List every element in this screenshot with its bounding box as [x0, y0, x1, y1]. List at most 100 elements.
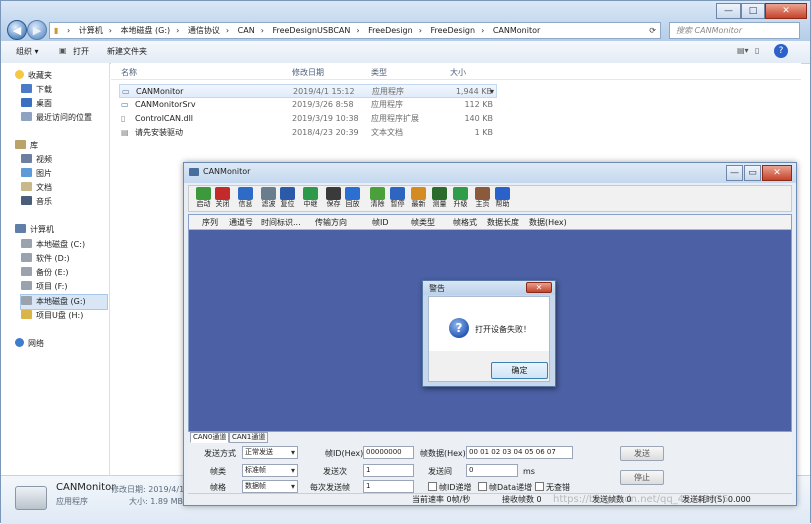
- tool-button-4[interactable]: 复位: [278, 187, 297, 209]
- alert-dialog: 警告 ✕ ? 打开设备失败！ 确定: [422, 280, 556, 387]
- can-close-button[interactable]: ✕: [762, 165, 792, 181]
- nav-drive-c[interactable]: 本地磁盘 (C:): [21, 238, 85, 252]
- file-date: 2018/4/23 20:39: [292, 128, 359, 137]
- nav-label: 本地磁盘 (G:): [36, 297, 86, 306]
- nav-drive-g[interactable]: 本地磁盘 (G:): [20, 294, 108, 310]
- nav-label: 音乐: [36, 197, 52, 206]
- no-verify-checkbox[interactable]: 无查错: [535, 482, 570, 493]
- organize-menu[interactable]: 组织 ▾: [16, 46, 39, 57]
- nav-libraries[interactable]: 库: [15, 139, 38, 153]
- nav-drive-f[interactable]: 项目 (F:): [21, 280, 67, 294]
- column-header-name[interactable]: 名称: [121, 67, 137, 78]
- tool-button-6[interactable]: 保存: [324, 187, 343, 209]
- checkbox-label: 无查错: [546, 483, 570, 492]
- tool-button-10[interactable]: 最新: [409, 187, 428, 209]
- refresh-icon[interactable]: ⟳: [649, 23, 656, 38]
- file-row[interactable]: ▭ CANMonitorSrv 2019/3/26 8:58 应用程序 112 …: [119, 98, 497, 112]
- breadcrumb-item[interactable]: CAN: [238, 23, 255, 38]
- id-increment-checkbox[interactable]: 帧ID递增: [428, 482, 472, 493]
- breadcrumb-item[interactable]: 计算机: [79, 23, 103, 38]
- frame-data-input[interactable]: 00 01 02 03 04 05 06 07: [466, 446, 573, 459]
- file-row[interactable]: ▤ 请先安装驱动 2018/4/23 20:39 文本文档 1 KB: [119, 126, 497, 140]
- tool-button-11[interactable]: 测量: [430, 187, 449, 209]
- tool-button-9[interactable]: 暂停: [388, 187, 407, 209]
- search-input[interactable]: 搜索 CANMonitor: [669, 22, 800, 39]
- preview-pane-icon[interactable]: ▯: [755, 46, 759, 55]
- new-folder-button[interactable]: 新建文件夹: [107, 46, 147, 57]
- breadcrumb-item[interactable]: FreeDesign: [430, 23, 475, 38]
- grid-col-channel[interactable]: 通道号: [229, 217, 253, 228]
- grid-col-frame-id[interactable]: 帧ID: [372, 217, 389, 228]
- data-increment-checkbox[interactable]: 帧Data递增: [478, 482, 532, 493]
- breadcrumb-item[interactable]: 本地磁盘 (G:): [120, 23, 170, 38]
- nav-network[interactable]: 网络: [15, 337, 44, 351]
- column-header-date[interactable]: 修改日期: [292, 67, 324, 78]
- tool-button-12[interactable]: 升级: [451, 187, 470, 209]
- details-type: 应用程序: [56, 497, 88, 506]
- nav-computer[interactable]: 计算机: [15, 223, 54, 237]
- nav-downloads[interactable]: 下载: [21, 83, 52, 97]
- open-button[interactable]: 打开: [73, 46, 89, 57]
- help-icon[interactable]: ?: [774, 44, 788, 58]
- nav-drive-e[interactable]: 备份 (E:): [21, 266, 69, 280]
- grid-col-data[interactable]: 数据(Hex): [529, 217, 567, 228]
- tool-button-1[interactable]: 关闭: [213, 187, 232, 209]
- can-minimize-button[interactable]: —: [726, 165, 743, 181]
- back-arrow-icon[interactable]: ◀: [7, 20, 27, 40]
- nav-label: 库: [30, 141, 38, 150]
- nav-drive-d[interactable]: 软件 (D:): [21, 252, 70, 266]
- send-interval-input[interactable]: 0: [466, 464, 518, 477]
- send-button[interactable]: 发送: [620, 446, 664, 461]
- frame-format-select[interactable]: 数据帧: [242, 480, 298, 493]
- tool-button-14[interactable]: 帮助: [493, 187, 512, 209]
- stop-button[interactable]: 停止: [620, 470, 664, 485]
- ok-button[interactable]: 确定: [491, 362, 548, 379]
- nav-videos[interactable]: 视频: [21, 153, 52, 167]
- frame-kind-select[interactable]: 标准帧: [242, 464, 298, 477]
- nav-desktop[interactable]: 桌面: [21, 97, 52, 111]
- tool-button-3[interactable]: 滤波: [259, 187, 278, 209]
- tool-button-13[interactable]: 主页: [473, 187, 492, 209]
- forward-arrow-icon[interactable]: ▶: [27, 20, 47, 40]
- grid-col-frame-format[interactable]: 帧格式: [453, 217, 477, 228]
- nav-pictures[interactable]: 图片: [21, 167, 52, 181]
- column-header-size[interactable]: 大小: [450, 67, 466, 78]
- tool-button-7[interactable]: 回放: [343, 187, 362, 209]
- view-options-icon[interactable]: ▤▾: [737, 46, 749, 55]
- drive-icon: [21, 296, 32, 305]
- breadcrumb-item[interactable]: FreeDesign: [368, 23, 413, 38]
- nav-drive-h[interactable]: 项目U盘 (H:): [21, 309, 83, 323]
- can-maximize-button[interactable]: ▭: [744, 165, 761, 181]
- file-row[interactable]: ▯ ControlCAN.dll 2019/3/19 10:38 应用程序扩展 …: [119, 112, 497, 126]
- nav-documents[interactable]: 文档: [21, 181, 52, 195]
- tool-button-5[interactable]: 中继: [301, 187, 320, 209]
- grid-col-timestamp[interactable]: 时间标识...: [261, 217, 301, 228]
- nav-music[interactable]: 音乐: [21, 195, 52, 209]
- breadcrumb-item[interactable]: FreeDesignUSBCAN: [272, 23, 350, 38]
- tab-can0[interactable]: CAN0通道: [190, 432, 230, 443]
- grid-col-frame-type[interactable]: 帧类型: [411, 217, 435, 228]
- minimize-button[interactable]: —: [716, 3, 741, 19]
- tool-button-2[interactable]: 信息: [236, 187, 255, 209]
- tool-button-8[interactable]: 清除: [368, 187, 387, 209]
- breadcrumb-item[interactable]: CANMonitor: [493, 23, 540, 38]
- tab-can1[interactable]: CAN1通道: [229, 432, 269, 443]
- breadcrumb-item[interactable]: 通信协议: [188, 23, 220, 38]
- nav-label: 项目 (F:): [36, 282, 68, 291]
- maximize-button[interactable]: □: [741, 3, 765, 19]
- grid-col-length[interactable]: 数据长度: [487, 217, 519, 228]
- grid-col-seq[interactable]: 序列: [202, 217, 218, 228]
- file-row[interactable]: ▭ CANMonitor 2019/4/1 15:12 应用程序 1,944 K…: [119, 84, 497, 99]
- nav-favorites[interactable]: 收藏夹: [15, 69, 52, 83]
- address-bar[interactable]: ▮ › 计算机 › 本地磁盘 (G:) › 通信协议 › CAN › FreeDesig…: [49, 22, 661, 39]
- nav-recent[interactable]: 最近访问的位置: [21, 111, 92, 125]
- column-header-type[interactable]: 类型: [371, 67, 387, 78]
- frame-id-input[interactable]: 00000000: [363, 446, 414, 459]
- tool-button-0[interactable]: 启动: [194, 187, 213, 209]
- frames-per-send-input[interactable]: 1: [363, 480, 414, 493]
- close-button[interactable]: ✕: [765, 3, 807, 19]
- send-count-input[interactable]: 1: [363, 464, 414, 477]
- grid-col-direction[interactable]: 传输方向: [315, 217, 347, 228]
- send-mode-select[interactable]: 正常发送: [242, 446, 298, 459]
- alert-close-button[interactable]: ✕: [526, 282, 552, 293]
